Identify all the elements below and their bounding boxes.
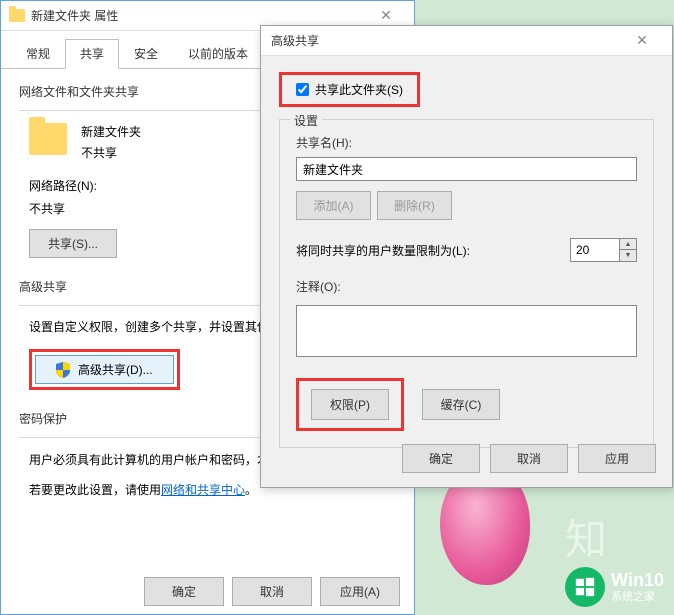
add-button[interactable]: 添加(A) — [296, 191, 371, 220]
watermark-text: Win10 系统之家 — [611, 570, 664, 605]
watermark-big: Win10 — [611, 570, 664, 592]
permissions-button[interactable]: 权限(P) — [311, 389, 389, 420]
comment-label: 注释(O): — [296, 278, 637, 295]
user-limit-row: 将同时共享的用户数量限制为(L): ▲ ▼ — [296, 238, 637, 262]
share-folder-checkbox-label: 共享此文件夹(S) — [315, 81, 403, 98]
highlight-box: 高级共享(D)... — [29, 349, 180, 390]
folder-icon — [9, 9, 25, 22]
cancel-button[interactable]: 取消 — [232, 577, 312, 606]
advanced-share-button-label: 高级共享(D)... — [78, 361, 153, 378]
user-limit-spinner: ▲ ▼ — [570, 238, 637, 262]
properties-title: 新建文件夹 属性 — [31, 7, 366, 24]
share-folder-name: 新建文件夹 — [81, 123, 141, 140]
advanced-sharing-footer: 确定 取消 应用 — [402, 444, 656, 473]
advanced-share-button[interactable]: 高级共享(D)... — [35, 355, 174, 384]
comment-textarea[interactable] — [296, 305, 637, 357]
tab-security[interactable]: 安全 — [119, 39, 173, 68]
advanced-sharing-dialog: 高级共享 ✕ 共享此文件夹(S) 共享名(H): 添加(A) 删除(R) 将同时… — [260, 25, 673, 488]
advanced-sharing-titlebar[interactable]: 高级共享 ✕ — [261, 26, 672, 56]
watermark-small: 系统之家 — [611, 591, 664, 604]
user-limit-label: 将同时共享的用户数量限制为(L): — [296, 242, 470, 259]
properties-footer: 确定 取消 应用(A) — [144, 577, 400, 606]
tab-general[interactable]: 常规 — [11, 39, 65, 68]
share-folder-checkbox[interactable] — [296, 83, 309, 96]
spinner-down-icon[interactable]: ▼ — [620, 250, 636, 261]
advanced-sharing-title: 高级共享 — [271, 32, 622, 49]
add-remove-row: 添加(A) 删除(R) — [296, 191, 637, 220]
apply-button[interactable]: 应用(A) — [320, 577, 400, 606]
background-text: 知 — [565, 506, 607, 567]
apply-button[interactable]: 应用 — [578, 444, 656, 473]
share-folder-checkbox-row: 共享此文件夹(S) — [279, 72, 420, 107]
close-icon[interactable]: ✕ — [366, 7, 406, 24]
share-name-input[interactable] — [296, 157, 637, 181]
watermark: Win10 系统之家 — [565, 567, 664, 607]
network-center-link[interactable]: 网络和共享中心 — [161, 483, 245, 497]
share-status: 不共享 — [81, 144, 141, 161]
permissions-cache-row: 权限(P) 缓存(C) — [296, 378, 637, 431]
close-icon[interactable]: ✕ — [622, 32, 662, 49]
spinner-up-icon[interactable]: ▲ — [620, 239, 636, 250]
cache-button[interactable]: 缓存(C) — [422, 389, 500, 420]
advanced-sharing-body: 共享此文件夹(S) 共享名(H): 添加(A) 删除(R) 将同时共享的用户数量… — [261, 56, 672, 464]
tab-sharing[interactable]: 共享 — [65, 39, 119, 69]
shield-icon — [56, 362, 70, 378]
remove-button[interactable]: 删除(R) — [377, 191, 452, 220]
folder-large-icon — [29, 123, 67, 155]
ok-button[interactable]: 确定 — [402, 444, 480, 473]
settings-group: 共享名(H): 添加(A) 删除(R) 将同时共享的用户数量限制为(L): ▲ … — [279, 119, 654, 448]
cancel-button[interactable]: 取消 — [490, 444, 568, 473]
share-name-label: 共享名(H): — [296, 134, 637, 151]
watermark-logo-icon — [565, 567, 605, 607]
spinner-buttons: ▲ ▼ — [620, 238, 637, 262]
share-text-block: 新建文件夹 不共享 — [81, 123, 141, 165]
share-button[interactable]: 共享(S)... — [29, 229, 117, 258]
user-limit-input[interactable] — [570, 238, 620, 262]
highlight-box: 权限(P) — [296, 378, 404, 431]
ok-button[interactable]: 确定 — [144, 577, 224, 606]
tab-previous-versions[interactable]: 以前的版本 — [173, 39, 263, 68]
